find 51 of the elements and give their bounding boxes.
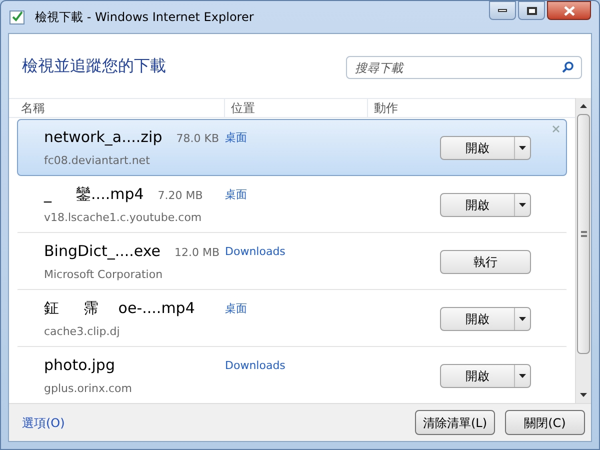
options-link[interactable]: 選項(O)	[22, 414, 65, 432]
dropdown-caret-icon	[519, 316, 526, 320]
file-source: cache3.clip.dj	[44, 324, 121, 340]
download-row[interactable]: BingDict_....exe 12.0 MB Microsoft Corporation Downloads 執行	[17, 233, 567, 290]
location-link[interactable]: 桌面	[225, 130, 440, 146]
file-name: photo.jpg	[44, 355, 115, 376]
split-button[interactable]: 開啟	[440, 136, 531, 160]
close-icon	[564, 6, 574, 16]
split-button[interactable]: 開啟	[440, 364, 531, 388]
file-source: gplus.orinx.com	[44, 380, 133, 396]
close-button[interactable]	[547, 1, 591, 20]
file-size: 78.0 KB	[176, 131, 219, 147]
download-row[interactable]: _ 鑾....mp4 7.20 MB v18.lscache1.c.youtube.com 桌面 開啟	[17, 176, 567, 233]
dropdown-caret-icon	[519, 202, 526, 206]
window-title: 檢視下載 - Windows Internet Explorer	[35, 9, 254, 26]
file-name: network_a....zip	[44, 127, 162, 148]
file-size: 12.0 MB	[174, 245, 220, 261]
column-header: 名稱	[9, 99, 225, 117]
maximize-icon	[526, 6, 536, 14]
search-icon	[562, 60, 574, 72]
location-link[interactable]: Downloads	[225, 244, 440, 260]
file-name: 鉦 霈 oe-....mp4	[44, 298, 195, 319]
download-row[interactable]: network_a....zip 78.0 KB fc08.deviantart.net 桌面 開啟	[17, 119, 567, 176]
file-source: fc08.deviantart.net	[44, 152, 151, 168]
location-link[interactable]: 桌面	[225, 187, 440, 204]
maximize-button[interactable]	[518, 1, 545, 20]
scrollbar[interactable]	[575, 98, 591, 403]
scroll-down-icon	[580, 393, 587, 397]
download-row[interactable]: 鉦 霈 oe-....mp4 cache3.clip.dj 桌面 開啟	[17, 290, 567, 347]
location-link[interactable]: Downloads	[225, 358, 440, 374]
file-name: _ 鑾....mp4	[44, 184, 144, 205]
footer-button[interactable]: 關閉(C)	[505, 410, 585, 435]
run-button[interactable]: 執行	[440, 250, 531, 274]
dropdown-caret-icon	[519, 374, 526, 378]
file-name: BingDict_....exe	[44, 241, 161, 262]
minimize-button[interactable]	[489, 1, 516, 20]
scroll-up-icon	[580, 104, 587, 108]
location-link[interactable]: 桌面	[225, 301, 440, 318]
minimize-icon	[498, 9, 507, 12]
file-source: v18.lscache1.c.youtube.com	[44, 210, 203, 226]
column-header: 動作	[373, 100, 398, 117]
footer-button[interactable]: 清除清單(L)	[415, 410, 495, 435]
split-button[interactable]: 開啟	[440, 192, 531, 216]
file-source: Microsoft Corporation	[44, 266, 164, 282]
file-size: 7.20 MB	[158, 188, 203, 204]
column-header: 位置	[225, 99, 368, 117]
dropdown-caret-icon	[519, 146, 526, 150]
scroll-thumb[interactable]	[577, 114, 590, 354]
split-button[interactable]: 開啟	[440, 306, 531, 330]
search-field[interactable]: 搜尋下載	[346, 56, 582, 79]
page-heading: 檢視並追蹤您的下載	[22, 55, 166, 77]
